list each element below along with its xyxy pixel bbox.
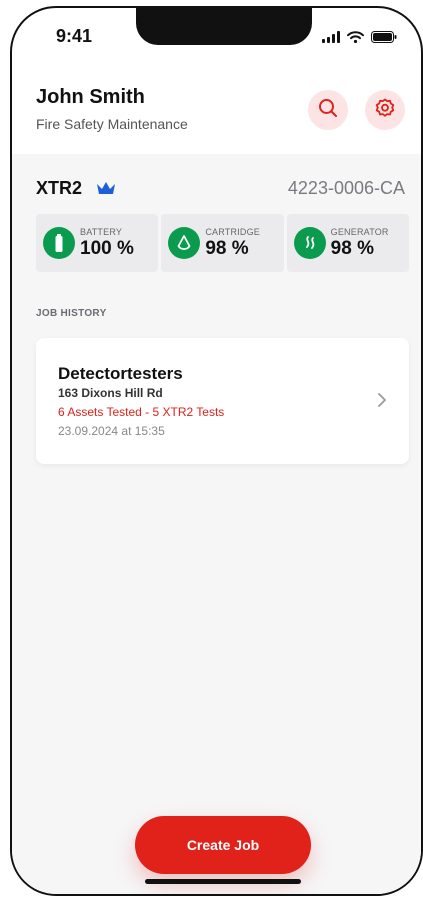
stat-value: 98 %	[330, 238, 374, 259]
stat-label: BATTERY	[80, 227, 123, 237]
device-serial: 4223-0006-CA	[287, 178, 405, 198]
signal-icon	[322, 30, 340, 48]
status-icons	[322, 30, 397, 48]
create-job-button[interactable]: Create Job	[135, 816, 311, 874]
job-address: 163 Dixons Hill Rd	[58, 386, 163, 400]
stat-cartridge: CARTRIDGE 98 %	[161, 214, 284, 272]
stat-label: GENERATOR	[330, 227, 389, 237]
notch	[136, 8, 312, 45]
job-date: 23.09.2024 at 15:35	[58, 424, 165, 438]
device-stats: BATTERY 100 % CARTRIDGE 98 % GENERATOR 9…	[36, 214, 409, 272]
wifi-icon	[347, 30, 364, 48]
job-history-title: JOB HISTORY	[36, 308, 107, 319]
job-name: Detectortesters	[58, 364, 183, 383]
device-row: XTR2 4223-0006-CA	[36, 176, 405, 202]
heat-icon	[293, 227, 326, 259]
battery-icon	[43, 227, 75, 259]
search-button[interactable]	[308, 90, 348, 130]
main-content: XTR2 4223-0006-CA BATTERY 100 % CARTRIDG…	[12, 154, 421, 894]
battery-status-icon	[371, 30, 397, 48]
crown-icon	[96, 181, 116, 200]
user-name: John Smith	[36, 86, 145, 108]
settings-button[interactable]	[365, 90, 405, 130]
status-time: 9:41	[56, 26, 93, 46]
stat-value: 100 %	[80, 238, 134, 259]
stat-generator: GENERATOR 98 %	[286, 214, 409, 272]
gear-icon	[375, 98, 395, 123]
stat-label: CARTRIDGE	[205, 227, 260, 237]
app-header: John Smith Fire Safety Maintenance	[12, 64, 421, 154]
stat-value: 98 %	[205, 238, 249, 259]
stat-battery: BATTERY 100 %	[36, 214, 159, 272]
search-icon	[318, 98, 338, 123]
job-card[interactable]: Detectortesters 163 Dixons Hill Rd 6 Ass…	[36, 338, 409, 464]
device-model: XTR2	[36, 178, 83, 198]
chevron-right-icon	[377, 392, 387, 413]
phone-frame: 9:41 John Smith Fire Safety Maintenance	[10, 6, 423, 896]
drop-icon	[168, 227, 201, 259]
user-role: Fire Safety Maintenance	[36, 116, 188, 132]
status-bar: 9:41	[12, 8, 421, 64]
job-summary: 6 Assets Tested - 5 XTR2 Tests	[58, 405, 225, 419]
home-indicator	[145, 879, 301, 884]
